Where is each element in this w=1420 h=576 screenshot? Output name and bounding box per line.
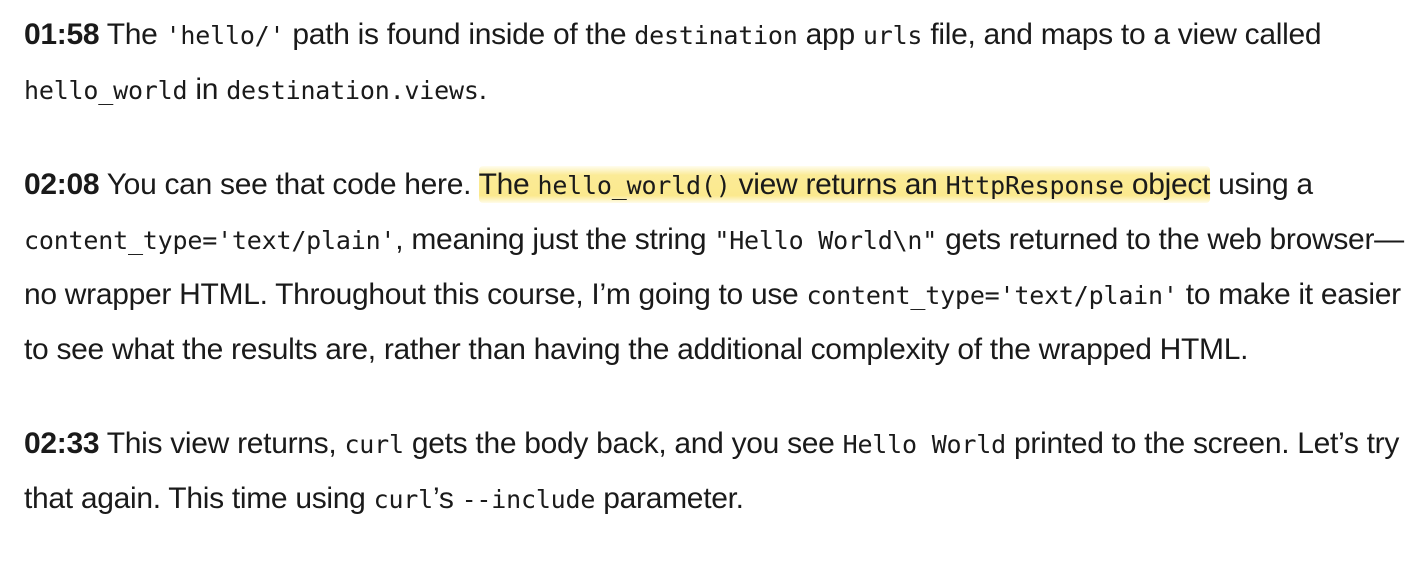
inline-code: content_type='text/plain' xyxy=(24,226,396,255)
text-segment: view returns an xyxy=(730,168,946,201)
highlighted-sentence: The hello_world() view returns an HttpRe… xyxy=(478,166,1211,203)
text-segment: app xyxy=(797,18,863,51)
text-segment: path is found inside of the xyxy=(284,18,635,51)
transcript-paragraph: 01:58 The 'hello/' path is found inside … xyxy=(24,8,1404,118)
transcript-body: 01:58 The 'hello/' path is found inside … xyxy=(24,8,1404,527)
inline-code: Hello World xyxy=(842,430,1007,459)
text-segment: object xyxy=(1123,168,1211,201)
text-segment: parameter. xyxy=(595,482,744,515)
inline-code: curl xyxy=(344,430,404,459)
inline-code: 'hello/' xyxy=(165,21,285,50)
inline-code: urls xyxy=(862,21,923,50)
text-segment: The xyxy=(99,18,166,51)
inline-code: HttpResponse xyxy=(945,171,1124,200)
text-segment: The xyxy=(478,168,538,201)
inline-code: destination.views xyxy=(226,76,479,105)
text-segment: gets the body back, and you see xyxy=(403,427,843,460)
inline-code: hello_world xyxy=(24,76,188,105)
text-segment: You can see that code here. xyxy=(99,168,479,201)
inline-code: --include xyxy=(461,485,596,514)
timestamp[interactable]: 01:58 xyxy=(24,18,100,51)
text-segment: using a xyxy=(1210,168,1313,201)
transcript-paragraph: 02:08 You can see that code here. The he… xyxy=(24,158,1404,377)
transcript-paragraph: 02:33 This view returns, curl gets the b… xyxy=(24,417,1404,527)
text-segment: , meaning just the string xyxy=(395,223,715,256)
timestamp[interactable]: 02:08 xyxy=(24,168,100,201)
text-segment: This view returns, xyxy=(99,427,345,460)
inline-code: curl xyxy=(373,485,434,514)
text-segment: in xyxy=(187,73,227,106)
text-segment: ’s xyxy=(433,482,462,515)
inline-code: destination xyxy=(634,21,798,50)
inline-code: "Hello World\n" xyxy=(714,226,938,255)
inline-code: hello_world() xyxy=(537,171,731,200)
inline-code: content_type='text/plain' xyxy=(806,281,1178,310)
text-segment: . xyxy=(478,73,487,106)
timestamp[interactable]: 02:33 xyxy=(24,427,100,460)
text-segment: file, and maps to a view called xyxy=(922,18,1322,51)
